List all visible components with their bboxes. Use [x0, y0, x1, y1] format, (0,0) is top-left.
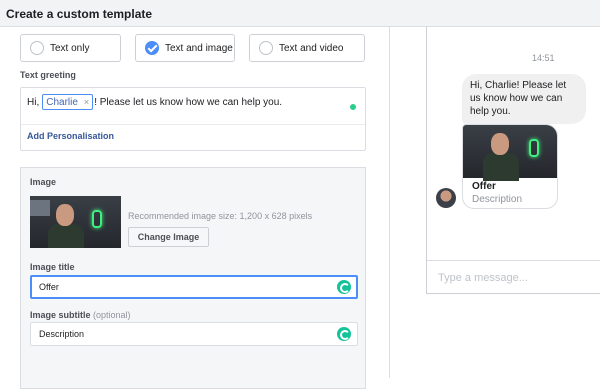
option-text-and-video[interactable]: Text and video: [249, 34, 365, 62]
page-title: Create a custom template: [6, 7, 153, 21]
checked-radio-icon: [145, 41, 159, 55]
change-image-button[interactable]: Change Image: [128, 227, 209, 247]
chip-label: Charlie: [46, 96, 78, 108]
greeting-text[interactable]: Hi, Charlie × ! Please let us know how w…: [27, 94, 282, 110]
card-title: Offer: [472, 181, 496, 192]
image-subtitle-label-text: Image subtitle: [30, 310, 91, 320]
card-image: [463, 125, 557, 181]
chip-remove-icon[interactable]: ×: [84, 97, 89, 107]
image-title-label: Image title: [30, 262, 75, 272]
personalisation-chip[interactable]: Charlie ×: [42, 94, 94, 110]
optional-text: (optional): [93, 310, 131, 320]
greeting-editor[interactable]: Hi, Charlie × ! Please let us know how w…: [20, 87, 366, 151]
option-label: Text and image: [165, 43, 233, 54]
card-subtitle: Description: [472, 194, 523, 205]
messenger-preview: 14:51 Hi, Charlie! Please let us know ho…: [426, 27, 600, 294]
image-settings-panel: Image Recommended image size: 1,200 x 62…: [20, 167, 366, 389]
radio-icon: [259, 41, 273, 55]
option-text-only[interactable]: Text only: [20, 34, 121, 62]
panel-divider: [389, 27, 390, 378]
message-bubble: Hi, Charlie! Please let us know how we c…: [462, 74, 586, 124]
message-composer[interactable]: Type a message...: [427, 260, 600, 294]
greeting-prefix: Hi,: [27, 96, 40, 108]
text-greeting-label: Text greeting: [20, 70, 76, 80]
image-thumbnail: [30, 196, 121, 248]
add-personalisation-link[interactable]: Add Personalisation: [27, 131, 114, 141]
image-subtitle-label: Image subtitle (optional): [30, 310, 131, 320]
image-section-label: Image: [30, 177, 57, 187]
image-subtitle-value: Description: [39, 329, 85, 339]
image-title-input[interactable]: Offer: [30, 275, 358, 299]
image-subtitle-input[interactable]: Description: [30, 322, 358, 346]
page-header: Create a custom template: [0, 0, 600, 27]
template-editor-panel: Text only Text and image Text and video …: [0, 27, 390, 389]
greeting-suffix: ! Please let us know how we can help you…: [94, 96, 283, 108]
image-card: Offer Description: [462, 124, 558, 209]
recommended-size-text: Recommended image size: 1,200 x 628 pixe…: [128, 211, 313, 221]
divider: [21, 124, 365, 125]
option-label: Text and video: [279, 43, 344, 54]
status-dot-icon: [350, 104, 356, 110]
option-label: Text only: [50, 43, 90, 54]
radio-icon: [30, 41, 44, 55]
message-timestamp: 14:51: [532, 53, 555, 63]
image-title-value: Offer: [39, 282, 59, 292]
compose-placeholder: Type a message...: [438, 272, 528, 284]
grammarly-icon[interactable]: [337, 280, 351, 294]
option-text-and-image[interactable]: Text and image: [135, 34, 235, 62]
avatar: [436, 188, 456, 208]
grammarly-icon[interactable]: [337, 327, 351, 341]
